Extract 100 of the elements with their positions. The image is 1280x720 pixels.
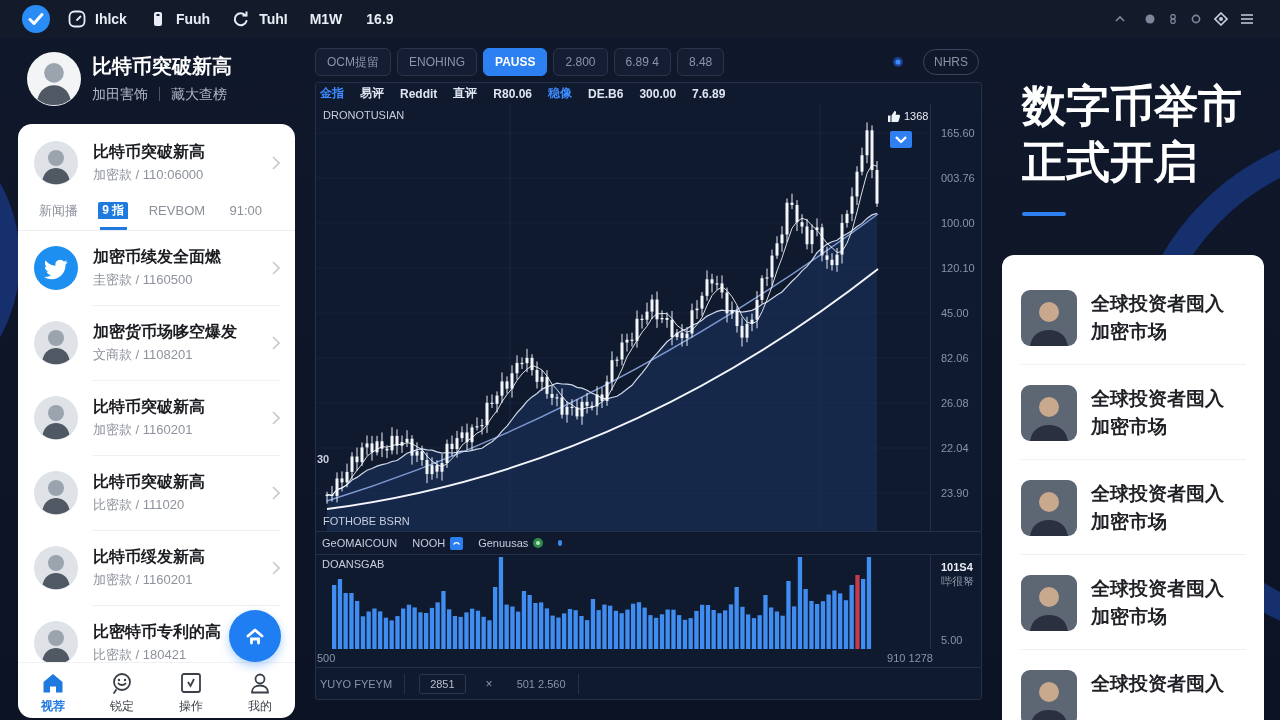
record-icon[interactable]	[1145, 14, 1155, 24]
checkbox-icon	[179, 671, 204, 695]
person-avatar-icon	[1021, 290, 1077, 346]
top-bar-text: 16.9	[366, 11, 394, 27]
floating-action-button[interactable]	[229, 610, 281, 662]
time-axis-label: 910 1278	[887, 651, 933, 665]
caret-up-icon[interactable]	[1115, 14, 1125, 24]
card-title: 全球投资者囤入	[1091, 482, 1224, 506]
chart-button[interactable]: 2.800	[553, 48, 608, 76]
legend-label: GeOMAICOUN	[322, 537, 398, 549]
double-dot-icon[interactable]	[1168, 14, 1178, 24]
news-meta: 加密款 / 1160201	[93, 571, 194, 589]
status-dot-icon	[893, 57, 903, 67]
profile-name: 比特币突破新高	[92, 54, 232, 79]
tab[interactable]: 91:00	[225, 202, 266, 230]
legend-label: Genuusas	[478, 537, 529, 549]
price-axis-label: 22.04	[941, 441, 970, 455]
diamond-icon[interactable]	[1214, 12, 1228, 26]
nav-tab[interactable]: 视荐	[18, 663, 88, 718]
chart-button[interactable]: OCM提留	[315, 48, 391, 76]
person-avatar-icon	[34, 546, 78, 590]
price-axis-label: 23.90	[941, 486, 970, 500]
price-axis-label: 45.00	[941, 306, 970, 320]
card-title: 全球投资者囤入	[1091, 577, 1224, 601]
card-subtitle: 加密市场	[1091, 605, 1167, 629]
price-axis-label: 120.10	[941, 261, 976, 275]
status-text: YUYO FYEYM	[316, 673, 406, 694]
refresh-icon	[232, 10, 251, 28]
nav-tab[interactable]: 我的	[225, 663, 295, 718]
news-title: 比特币突破新高	[93, 397, 205, 417]
quote-label: DE.B6	[588, 86, 624, 101]
news-title: 加密币续发全面燃	[93, 247, 221, 267]
card-subtitle: 加密市场	[1091, 510, 1167, 534]
person-avatar-icon	[34, 396, 78, 440]
nav-link[interactable]: Ihlck	[68, 10, 127, 28]
volume-axis-label: 哔很帑	[941, 574, 975, 588]
person-avatar-icon	[1021, 575, 1077, 631]
card-title: 全球投资者囤入	[1091, 672, 1224, 696]
headline-line: 正式开启	[1021, 136, 1198, 188]
chart-button[interactable]: 8.48	[676, 48, 725, 76]
news-title: 比密特币专利的高	[93, 622, 221, 642]
top-bar-text: M1W	[309, 11, 343, 27]
person-avatar-icon	[1021, 480, 1077, 536]
quote-label: 金指	[320, 85, 344, 102]
news-title: 比特币绥发新高	[93, 547, 205, 567]
price-axis-label: 003.76	[941, 171, 976, 185]
chart-button[interactable]: ENOHING	[397, 48, 477, 76]
tab[interactable]: REVBOM	[144, 202, 210, 230]
dot-icon	[558, 540, 563, 546]
news-meta: 圭密款 / 1160500	[93, 271, 194, 289]
person-avatar-icon	[34, 471, 78, 515]
card-title: 全球投资者囤入	[1091, 292, 1224, 316]
gauge-icon	[68, 10, 86, 28]
person-avatar-icon	[34, 141, 78, 185]
tab[interactable]: 9 指	[98, 202, 129, 230]
like-count: 1368	[904, 110, 929, 122]
person-avatar-icon	[1021, 385, 1077, 441]
chart-caption: FOTHOBE BSRN	[323, 515, 410, 528]
quote-label: Reddit	[400, 86, 438, 101]
person-avatar-icon	[34, 621, 78, 662]
card-title: 全球投资者囤入	[1091, 387, 1224, 411]
thumbs-up-icon	[888, 110, 900, 122]
headline-line: 数字币举市	[1020, 80, 1242, 132]
quote-label: 7.6.89	[692, 86, 726, 101]
tab[interactable]: 新闻播	[35, 202, 82, 230]
chart-title: DRONOTUSIAN	[323, 109, 405, 122]
chart-button[interactable]: 6.89 4	[613, 48, 671, 76]
card-subtitle: 加密市场	[1091, 320, 1167, 344]
nav-tab[interactable]: 锐定	[87, 663, 157, 718]
ring-icon[interactable]	[1191, 14, 1201, 24]
quote-label: 稳像	[548, 85, 573, 102]
news-meta: 加密款 / 110:06000	[93, 166, 205, 184]
quote-label: R80.06	[493, 86, 533, 101]
menu-icon[interactable]	[1241, 13, 1253, 25]
nav-tab[interactable]: 操作	[156, 663, 226, 718]
check-logo-icon[interactable]	[22, 5, 50, 33]
accent-bar	[1022, 212, 1066, 216]
news-meta: 比密款 / 111020	[93, 496, 186, 514]
volume-axis-label: 101S4	[941, 560, 974, 574]
quote-label: 易评	[360, 85, 384, 102]
chart-button[interactable]: PAUSS	[483, 48, 548, 76]
news-title: 比特币突破新高	[93, 472, 205, 492]
news-meta: 文商款 / 1108201	[93, 346, 194, 364]
card-subtitle: 加密市场	[1091, 415, 1167, 439]
chevron-down-icon[interactable]	[890, 131, 912, 148]
nav-link[interactable]: Fuuh	[148, 10, 211, 28]
price-axis-label: 26.08	[941, 396, 970, 410]
profile-tag: 加田害饰	[92, 85, 148, 103]
volume-title: DOANSGAB	[322, 558, 385, 571]
axis-label: 30	[317, 453, 330, 466]
quote-label: 直评	[453, 85, 478, 102]
tile-icon	[450, 536, 464, 550]
round-badge-icon	[533, 538, 544, 548]
profile-tag: 藏大查榜	[171, 85, 227, 103]
close-button[interactable]: ×	[479, 676, 499, 691]
nav-link[interactable]: TuhI	[232, 10, 288, 28]
legend-label: NOOH	[412, 537, 446, 549]
person-avatar-icon	[1021, 670, 1077, 720]
price-axis-label: 100.00	[941, 216, 976, 230]
price-axis-label: 82.06	[941, 351, 970, 365]
